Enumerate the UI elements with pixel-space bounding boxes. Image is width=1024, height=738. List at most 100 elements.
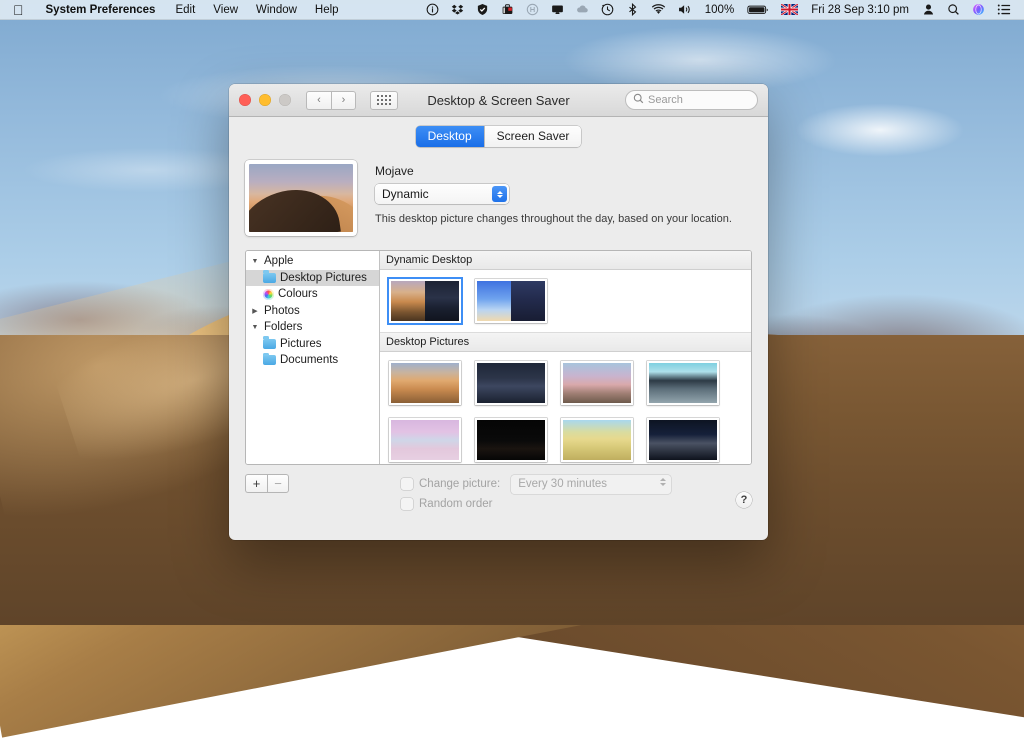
wallpaper-thumbnail-image — [391, 420, 459, 460]
bluetooth-icon[interactable] — [620, 0, 645, 20]
random-order-row: Random order — [401, 494, 671, 514]
battery-full-icon[interactable] — [741, 0, 775, 20]
menu-window[interactable]: Window — [247, 0, 306, 20]
wallpaper-thumbnail[interactable] — [389, 418, 461, 462]
wallpaper-thumbnail[interactable] — [561, 418, 633, 462]
close-button[interactable] — [239, 94, 251, 106]
control-center-icon[interactable] — [991, 0, 1017, 20]
menu-help[interactable]: Help — [306, 0, 348, 20]
wallpaper-thumbnail-image — [563, 363, 631, 403]
thumb-half-night — [511, 281, 545, 321]
user-account-icon[interactable] — [916, 0, 941, 20]
wallpaper-thumbnail[interactable] — [475, 418, 547, 462]
wallpaper-thumbnail[interactable] — [475, 361, 547, 405]
info-circle-icon[interactable] — [420, 0, 445, 20]
sidebar-item-colours[interactable]: Colours — [246, 286, 379, 303]
add-folder-button[interactable]: + — [245, 474, 267, 493]
minimize-button[interactable] — [259, 94, 271, 106]
wallpaper-grid[interactable]: Dynamic DesktopDesktop Pictures — [380, 251, 751, 464]
chevron-updown-icon-2 — [660, 478, 666, 486]
bottom-controls: + − Change picture: Every 30 minutes Ran… — [229, 465, 768, 514]
source-browser: ▼Apple Desktop Pictures Colours ▶ Photos ▼Fol… — [245, 250, 752, 465]
random-order-checkbox[interactable] — [401, 498, 413, 510]
sidebar-item-label: Photos — [264, 305, 300, 317]
cloud-icon[interactable] — [570, 0, 595, 20]
battery-percent-label: 100% — [698, 0, 741, 20]
wallpaper-thumbnail[interactable] — [475, 279, 547, 323]
apple-menu-icon[interactable]:  — [0, 0, 35, 20]
disclosure-closed-icon[interactable]: ▶ — [250, 307, 260, 315]
sidebar-item-desktop-pictures[interactable]: Desktop Pictures — [246, 270, 379, 287]
thumb-half-night — [425, 281, 459, 321]
picture-metadata: Mojave Dynamic This desktop picture chan… — [375, 160, 752, 236]
menu-view[interactable]: View — [204, 0, 247, 20]
shield-check-icon[interactable] — [470, 0, 495, 20]
spotlight-search-icon[interactable] — [941, 0, 966, 20]
search-input[interactable] — [648, 94, 750, 106]
menu-edit[interactable]: Edit — [166, 0, 204, 20]
help-button[interactable]: ? — [736, 492, 752, 508]
luggage-icon[interactable] — [495, 0, 520, 20]
tab-desktop[interactable]: Desktop — [416, 126, 485, 147]
dropbox-icon[interactable] — [445, 0, 470, 20]
traffic-light-group — [239, 94, 291, 106]
preview-dune-dark — [249, 184, 341, 232]
source-list[interactable]: ▼Apple Desktop Pictures Colours ▶ Photos ▼Fol… — [246, 251, 380, 464]
wallpaper-thumbnail[interactable] — [647, 361, 719, 405]
sidebar-item-pictures[interactable]: Pictures — [246, 336, 379, 353]
time-machine-icon[interactable] — [595, 0, 620, 20]
change-picture-row: Change picture: Every 30 minutes — [401, 474, 671, 494]
disclosure-open-icon[interactable]: ▼ — [250, 324, 260, 331]
picture-description: This desktop picture changes throughout … — [375, 213, 752, 225]
menu-system-preferences[interactable]: System Preferences — [35, 0, 167, 20]
sidebar-group-photos[interactable]: ▶ Photos — [246, 303, 379, 320]
remove-folder-button: − — [267, 474, 289, 493]
sidebar-group-folders[interactable]: ▼Folders — [246, 319, 379, 336]
menu-bar:  System Preferences Edit View Window He… — [0, 0, 1024, 20]
siri-icon[interactable] — [966, 0, 991, 20]
change-interval-popup[interactable]: Every 30 minutes — [511, 475, 671, 494]
wallpaper-thumbnail[interactable] — [561, 361, 633, 405]
circle-h-icon[interactable] — [520, 0, 545, 20]
search-field[interactable] — [625, 90, 758, 110]
change-picture-checkbox[interactable] — [401, 478, 413, 490]
picture-name-label: Mojave — [375, 164, 752, 178]
disclosure-open-icon[interactable]: ▼ — [250, 258, 260, 265]
show-all-icon[interactable] — [370, 91, 398, 110]
tab-segmented-control: Desktop Screen Saver — [416, 126, 582, 147]
wallpaper-thumbnail[interactable] — [389, 279, 461, 323]
rotation-options: Change picture: Every 30 minutes Random … — [401, 474, 671, 514]
zoom-button — [279, 94, 291, 106]
dynamic-mode-value: Dynamic — [382, 187, 429, 201]
wallpaper-thumbnail-image — [391, 363, 459, 403]
display-icon[interactable] — [545, 0, 570, 20]
change-picture-label: Change picture: — [419, 478, 500, 490]
sidebar-group-apple[interactable]: ▼Apple — [246, 253, 379, 270]
dynamic-mode-popup[interactable]: Dynamic — [375, 184, 509, 204]
wallpaper-thumbnail-image — [477, 420, 545, 460]
add-remove-folder-group: + − — [245, 474, 289, 493]
window-titlebar[interactable]: ‹ › Desktop & Screen Saver — [229, 84, 768, 117]
back-button[interactable]: ‹ — [306, 91, 331, 110]
menu-bar-left:  System Preferences Edit View Window He… — [0, 0, 348, 20]
folder-icon — [263, 339, 276, 349]
system-preferences-window: ‹ › Desktop & Screen Saver Desktop Scree… — [229, 84, 768, 540]
sidebar-item-documents[interactable]: Documents — [246, 352, 379, 369]
wallpaper-thumbnail[interactable] — [389, 361, 461, 405]
current-picture-row: Mojave Dynamic This desktop picture chan… — [245, 156, 752, 250]
current-wallpaper-preview[interactable] — [245, 160, 357, 236]
volume-icon[interactable] — [672, 0, 698, 20]
wallpaper-thumbnail-image — [477, 363, 545, 403]
folder-icon — [263, 273, 276, 283]
sidebar-item-label: Documents — [280, 354, 338, 366]
wallpaper-thumbnail-image — [649, 420, 717, 460]
sidebar-item-label: Desktop Pictures — [280, 272, 367, 284]
chevron-updown-icon[interactable] — [492, 186, 507, 202]
tab-screen-saver[interactable]: Screen Saver — [485, 126, 582, 147]
forward-button[interactable]: › — [331, 91, 356, 110]
menu-bar-clock[interactable]: Fri 28 Sep 3:10 pm — [804, 0, 916, 20]
grid-section-thumbs — [380, 270, 751, 332]
uk-flag-icon[interactable] — [775, 0, 804, 20]
wifi-icon[interactable] — [645, 0, 672, 20]
wallpaper-thumbnail[interactable] — [647, 418, 719, 462]
